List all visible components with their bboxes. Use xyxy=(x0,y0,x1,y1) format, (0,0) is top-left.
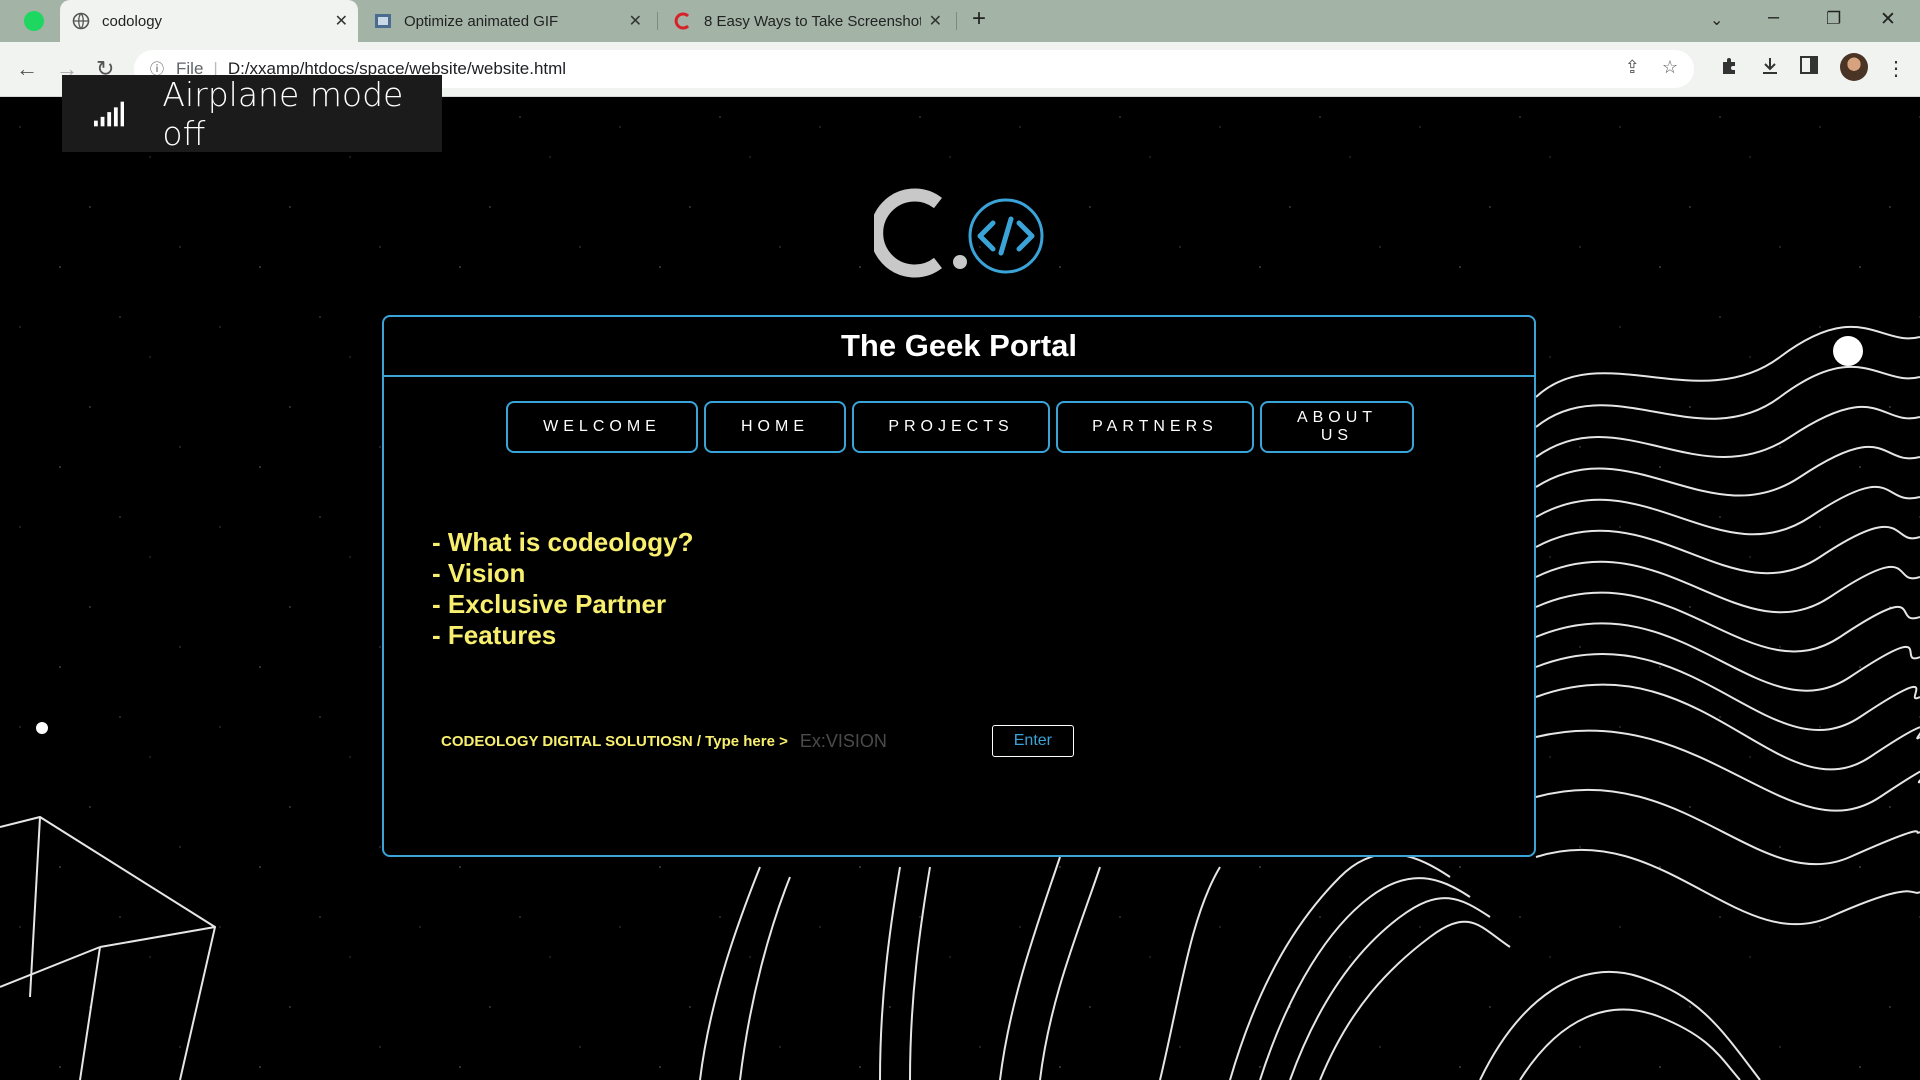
minimize-icon[interactable]: – xyxy=(1768,6,1779,29)
code-brackets-icon xyxy=(968,198,1044,274)
tab-divider xyxy=(657,12,658,30)
airplane-mode-toast: Airplane mode off xyxy=(62,74,442,153)
site-nav: WELCOME HOME PROJECTS PARTNERS ABOUT US xyxy=(506,401,1414,453)
nav-home-button[interactable]: HOME xyxy=(704,401,846,453)
menu-item-exclusive-partner[interactable]: - Exclusive Partner xyxy=(432,589,693,620)
nav-projects-button[interactable]: PROJECTS xyxy=(852,401,1050,453)
close-tab-icon[interactable]: ✕ xyxy=(929,11,942,31)
tab-title: Optimize animated GIF xyxy=(404,12,559,30)
page-viewport: The Geek Portal WELCOME HOME PROJECTS PA… xyxy=(0,97,1920,1080)
page-title: The Geek Portal xyxy=(384,317,1534,377)
c-logo-icon xyxy=(674,12,692,30)
section-menu: - What is codeology? - Vision - Exclusiv… xyxy=(432,527,693,651)
star-dot xyxy=(36,722,48,734)
signal-bars-icon xyxy=(94,101,125,126)
browser-tabstrip: codology ✕ Optimize animated GIF ✕ 8 Eas… xyxy=(0,0,1920,42)
tab-title: 8 Easy Ways to Take Screenshots xyxy=(704,12,921,30)
new-tab-icon[interactable]: + xyxy=(972,5,986,33)
geek-portal-panel: The Geek Portal WELCOME HOME PROJECTS PA… xyxy=(382,315,1536,857)
globe-icon xyxy=(72,12,90,30)
enter-button[interactable]: Enter xyxy=(991,725,1074,757)
tab-screenshots[interactable]: 8 Easy Ways to Take Screenshots ✕ xyxy=(662,0,952,42)
command-prompt-label: CODEOLOGY DIGITAL SOLUTIOSN / Type here … xyxy=(441,732,788,750)
nav-partners-button[interactable]: PARTNERS xyxy=(1056,401,1254,453)
planet-dot xyxy=(1833,336,1863,366)
menu-item-what-is-codeology[interactable]: - What is codeology? xyxy=(432,527,693,558)
tab-divider xyxy=(956,12,957,30)
download-icon[interactable] xyxy=(1760,56,1780,82)
tab-title: codology xyxy=(102,12,163,30)
back-arrow-icon[interactable]: ← xyxy=(16,56,38,82)
kebab-menu-icon[interactable]: ⋮ xyxy=(1886,56,1906,81)
extensions-puzzle-icon[interactable] xyxy=(1720,56,1740,82)
close-window-icon[interactable]: ✕ xyxy=(1880,8,1896,31)
restore-icon[interactable]: ❐ xyxy=(1826,9,1841,29)
menu-item-vision[interactable]: - Vision xyxy=(432,558,693,589)
nav-welcome-button[interactable]: WELCOME xyxy=(506,401,698,453)
command-input[interactable] xyxy=(797,729,992,753)
toast-message: Airplane mode off xyxy=(162,74,404,153)
side-panel-icon[interactable] xyxy=(1800,56,1818,80)
share-icon[interactable]: ⇪ xyxy=(1625,57,1640,78)
close-tab-icon[interactable]: ✕ xyxy=(629,11,642,31)
close-tab-icon[interactable]: ✕ xyxy=(335,11,348,31)
tab-codology[interactable]: codology ✕ xyxy=(60,0,358,42)
bookmark-star-icon[interactable]: ☆ xyxy=(1662,57,1678,78)
tab-optimize-gif[interactable]: Optimize animated GIF ✕ xyxy=(362,0,652,42)
gif-tool-icon xyxy=(374,12,392,30)
profile-avatar[interactable] xyxy=(1840,53,1868,81)
site-logo xyxy=(870,185,1046,281)
nav-about-us-button[interactable]: ABOUT US xyxy=(1260,401,1414,453)
spotify-icon[interactable] xyxy=(24,11,44,31)
menu-item-features[interactable]: - Features xyxy=(432,620,693,651)
command-line: CODEOLOGY DIGITAL SOLUTIOSN / Type here … xyxy=(441,725,1074,757)
tab-search-chevron-icon[interactable]: ⌄ xyxy=(1710,10,1723,30)
